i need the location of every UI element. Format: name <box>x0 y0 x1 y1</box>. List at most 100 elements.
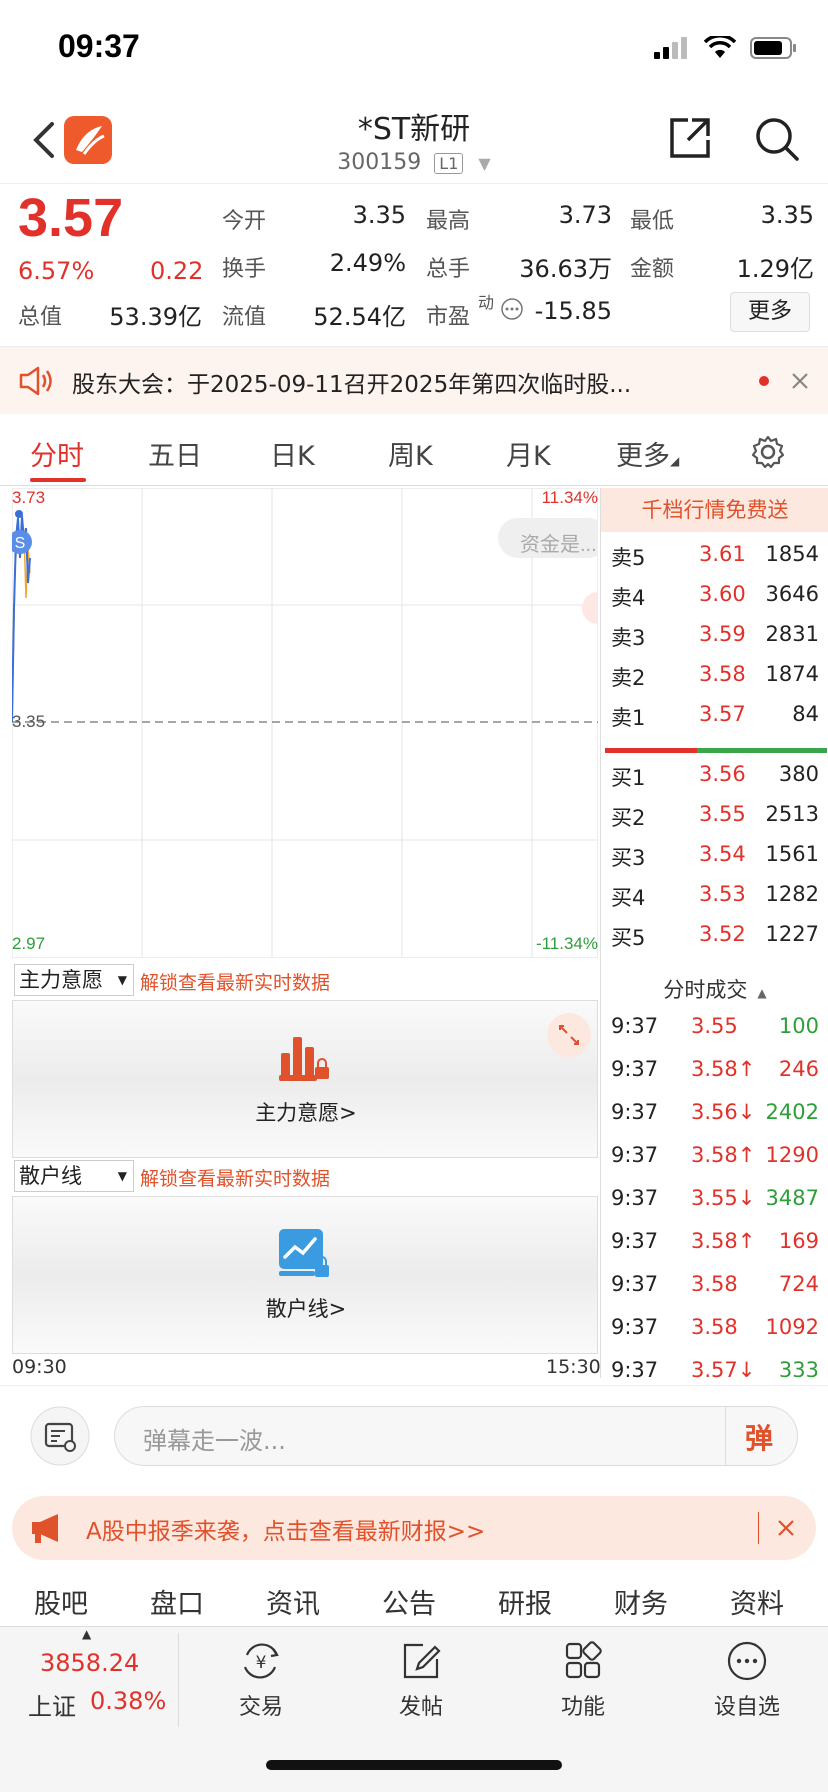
pe-value: -15.85 <box>534 297 612 325</box>
bid-row: 买2 3.55 2513 <box>601 796 828 836</box>
ask-volume: 84 <box>792 702 819 726</box>
more-dots-icon[interactable] <box>500 297 524 321</box>
ratio-bar-buy <box>697 748 827 753</box>
trades-title[interactable]: 分时成交 ▲ <box>601 974 828 1004</box>
chart-end-time: 15:30 <box>546 1356 601 1378</box>
ask-volume: 2831 <box>765 622 819 646</box>
trade-volume: 724 <box>778 1272 819 1296</box>
trades-title-label: 分时成交 <box>663 978 748 1002</box>
ratio-bar-sell <box>605 748 697 753</box>
chart-bottom-price: 2.97 <box>12 934 46 953</box>
indicator-unlock-hint[interactable]: 解锁查看最新实时数据 <box>140 968 330 995</box>
float-cap-label: 流值 <box>222 305 267 330</box>
bid-volume: 1227 <box>765 922 819 946</box>
trade-price: 3.55↓ <box>691 1186 756 1210</box>
nav-functions[interactable]: 功能 <box>528 1641 638 1721</box>
chart-top-price: 3.73 <box>12 488 46 507</box>
indicator-select-retail[interactable]: 散户线 ▼ <box>14 1160 134 1192</box>
trade-icon: ¥ <box>243 1643 279 1679</box>
comment-input[interactable]: 弹幕走一波... 弹 <box>114 1406 798 1466</box>
trade-time: 9:37 <box>611 1229 659 1253</box>
trade-time: 9:37 <box>611 1272 659 1296</box>
stock-code: 300159 <box>337 150 422 175</box>
indicator-link-retail[interactable]: 散户线> <box>13 1293 599 1323</box>
nav-trade[interactable]: ¥ 交易 <box>206 1641 316 1721</box>
intraday-chart[interactable]: S 3.73 11.34% 3.35 2.97 -11.34% 资金是... <box>12 488 598 958</box>
promo-banner[interactable]: A股中报季来袭，点击查看最新财报>> <box>12 1496 816 1560</box>
open-label: 今开 <box>222 209 267 234</box>
section-tab-finance[interactable]: 财务 <box>614 1582 668 1621</box>
trade-price: 3.55 <box>691 1014 738 1038</box>
divider <box>178 1633 179 1727</box>
trade-price: 3.58↑ <box>691 1057 756 1081</box>
change-percent: 6.57% <box>18 257 95 285</box>
tab-monthly-k[interactable]: 月K <box>506 434 551 473</box>
close-icon[interactable] <box>776 1518 796 1538</box>
trade-time: 9:37 <box>611 1100 659 1124</box>
ask-price: 3.61 <box>699 542 746 566</box>
announcement-bar[interactable]: 股东大会：于2025-09-11召开2025年第四次临时股... <box>0 346 828 414</box>
high-label: 最高 <box>426 209 471 234</box>
section-tab-market[interactable]: 盘口 <box>150 1582 204 1621</box>
more-button[interactable]: 更多 <box>730 292 810 332</box>
trade-price: 3.58 <box>691 1315 738 1339</box>
section-tab-research[interactable]: 研报 <box>498 1582 552 1621</box>
high-value: 3.73 <box>558 201 612 229</box>
indicator-panel-retail[interactable]: 散户线> <box>12 1196 598 1354</box>
dropdown-icon: ▼ <box>117 1169 127 1183</box>
trade-row: 9:37 3.55↓ 3487 <box>601 1180 828 1220</box>
megaphone-icon <box>32 1514 58 1543</box>
indicator-select-main-force[interactable]: 主力意愿 ▼ <box>14 964 134 996</box>
signal-icon <box>654 37 687 59</box>
share-icon[interactable] <box>666 114 714 162</box>
danmaku-send-button[interactable]: 弹 <box>745 1417 773 1457</box>
svg-text:¥: ¥ <box>256 1653 267 1673</box>
nav-post[interactable]: 发帖 <box>366 1641 476 1721</box>
ask-row: 卖5 3.61 1854 <box>601 536 828 576</box>
settings-icon[interactable] <box>750 434 786 470</box>
index-value[interactable]: 3858.24 <box>40 1649 139 1677</box>
danmaku-settings-icon[interactable] <box>30 1406 90 1466</box>
indicator-panel-main-force[interactable]: 主力意愿> <box>12 1000 598 1158</box>
section-tab-profile[interactable]: 资料 <box>730 1582 784 1621</box>
ask-label: 卖1 <box>611 706 646 730</box>
expand-icon[interactable] <box>547 1013 591 1057</box>
trade-volume: 246 <box>778 1057 819 1081</box>
edit-icon <box>403 1643 441 1679</box>
bid-label: 买2 <box>611 806 646 830</box>
close-icon[interactable] <box>790 371 810 391</box>
bid-row: 买5 3.52 1227 <box>601 916 828 956</box>
chart-overlay-text[interactable]: 资金是... <box>520 528 598 557</box>
volume-value: 36.63万 <box>519 255 612 283</box>
pe-label: 市盈 <box>426 305 471 330</box>
tab-five-day[interactable]: 五日 <box>148 434 202 473</box>
caret-down-icon: ▼ <box>478 154 491 173</box>
order-book-promo[interactable]: 千档行情免费送 <box>601 488 828 532</box>
section-tab-news[interactable]: 资讯 <box>266 1582 320 1621</box>
bid-label: 买5 <box>611 926 646 950</box>
tab-more[interactable]: 更多◢ <box>616 434 679 473</box>
tab-daily-k[interactable]: 日K <box>270 434 315 473</box>
ask-price: 3.58 <box>699 662 746 686</box>
indicator-link-main-force[interactable]: 主力意愿> <box>13 1097 599 1127</box>
bid-price: 3.52 <box>699 922 746 946</box>
bid-price: 3.55 <box>699 802 746 826</box>
nav-add-watchlist[interactable]: 设自选 <box>692 1641 802 1721</box>
trade-row: 9:37 3.58↑ 169 <box>601 1223 828 1263</box>
caret-icon: ◢ <box>670 454 680 468</box>
ask-row: 卖4 3.60 3646 <box>601 576 828 616</box>
turnover-label: 换手 <box>222 257 267 282</box>
search-icon[interactable] <box>754 116 800 162</box>
indicator-unlock-hint[interactable]: 解锁查看最新实时数据 <box>140 1164 330 1191</box>
tab-weekly-k[interactable]: 周K <box>388 434 433 473</box>
trade-volume: 333 <box>778 1358 819 1378</box>
ask-row: 卖3 3.59 2831 <box>601 616 828 656</box>
tab-intraday[interactable]: 分时 <box>30 434 84 473</box>
trade-volume: 100 <box>778 1014 819 1038</box>
chart-tabs: 分时 五日 日K 周K 月K 更多◢ <box>0 414 828 486</box>
section-tab-forum[interactable]: 股吧 <box>34 1582 88 1621</box>
open-value: 3.35 <box>352 201 406 229</box>
promo-text: A股中报季来袭，点击查看最新财报>> <box>86 1519 486 1545</box>
section-tab-notices[interactable]: 公告 <box>382 1582 436 1621</box>
unread-dot <box>759 376 769 386</box>
